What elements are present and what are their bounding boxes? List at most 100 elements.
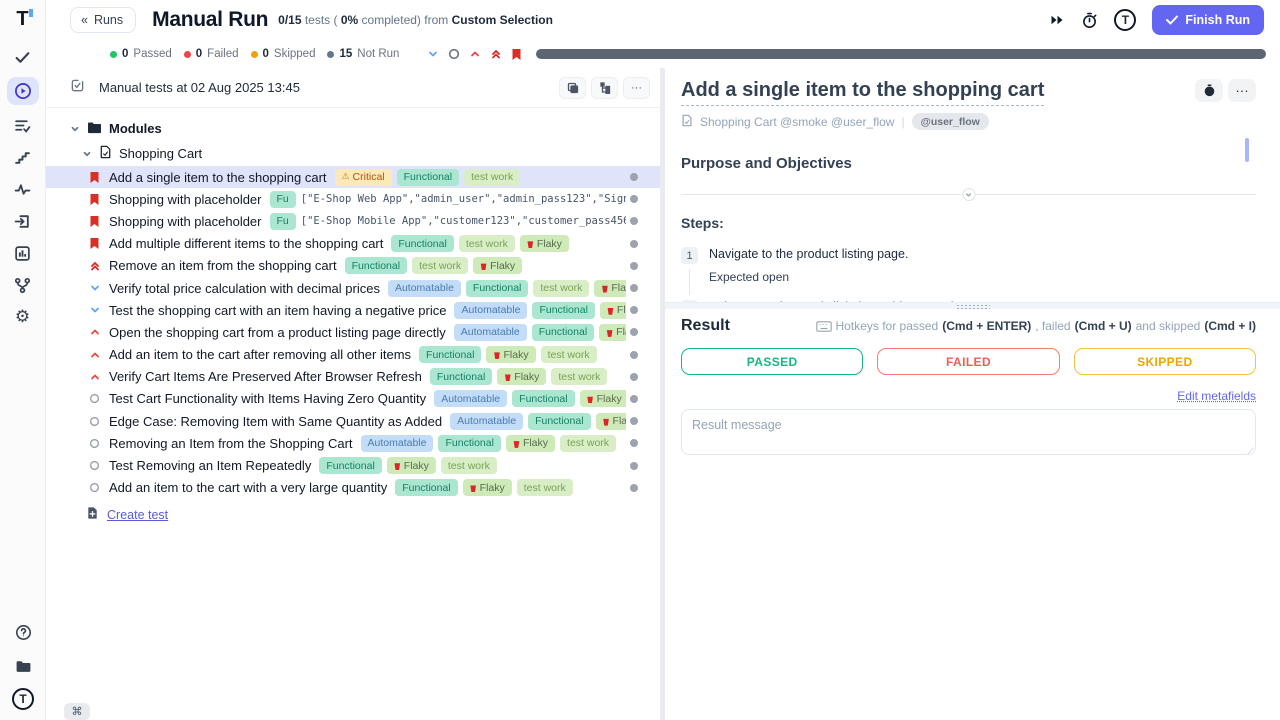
help-icon[interactable]	[8, 620, 38, 644]
popcorn-icon	[493, 350, 500, 359]
tag-badge[interactable]: @user_flow	[912, 113, 989, 130]
settings-gear-icon[interactable]: ⚙	[8, 305, 38, 329]
skipped-dot	[251, 51, 258, 58]
status-dot[interactable]	[630, 173, 638, 181]
test-description-area[interactable]: Purpose and Objectives Steps: 1 Navigate…	[681, 130, 1256, 302]
test-row[interactable]: Add multiple different items to the shop…	[46, 233, 660, 255]
filter-priority-highest-icon[interactable]	[490, 48, 502, 60]
status-dot[interactable]	[630, 417, 638, 425]
create-test-button[interactable]: Create test	[46, 506, 660, 525]
test-title: Test Cart Functionality with Items Havin…	[109, 391, 426, 406]
tree-more-button[interactable]: ···	[623, 77, 650, 99]
tests-check-icon[interactable]	[8, 45, 38, 69]
import-icon[interactable]	[8, 209, 38, 233]
priority-icon	[88, 482, 101, 493]
passed-button[interactable]: PASSED	[681, 348, 863, 375]
flaky-badge: Flaky	[520, 235, 569, 252]
status-dot[interactable]	[630, 262, 638, 270]
test-row[interactable]: Add an item to the cart after removing a…	[46, 344, 660, 366]
priority-icon	[88, 193, 101, 206]
test-badges: AutomatableFunctionalFlakytest work	[361, 435, 617, 452]
test-row[interactable]: Shopping with placeholder Fu["E-Shop Mob…	[46, 210, 660, 232]
icon-rail: T ⚙	[0, 0, 46, 720]
workspace-logo[interactable]: T	[12, 688, 34, 710]
status-dot[interactable]	[630, 306, 638, 314]
filter-priority-low-icon[interactable]	[427, 48, 439, 60]
test-tree-panel: Manual tests at 02 Aug 2025 13:45 ··· Mo…	[46, 68, 660, 720]
functional-badge: Functional	[319, 457, 381, 474]
status-dot[interactable]	[630, 217, 638, 225]
test-detail-title[interactable]: Add a single item to the shopping cart	[681, 79, 1044, 106]
flaky-badge: Flaky	[486, 346, 535, 363]
result-splitter[interactable]	[665, 302, 1280, 309]
test-row[interactable]: Add a single item to the shopping cart ⚠…	[46, 166, 660, 188]
test-row[interactable]: Remove an item from the shopping cart Fu…	[46, 255, 660, 277]
back-to-runs-button[interactable]: « Runs	[70, 7, 136, 33]
copy-tests-button[interactable]	[559, 77, 586, 99]
reports-icon[interactable]	[8, 241, 38, 265]
hotkeys-hint: Hotkeys for passed (Cmd + ENTER) , faile…	[816, 319, 1256, 333]
skipped-button[interactable]: SKIPPED	[1074, 348, 1256, 375]
analytics-pulse-icon[interactable]	[8, 177, 38, 201]
test-row[interactable]: Test Removing an Item Repeatedly Functio…	[46, 454, 660, 476]
test-row[interactable]: Add an item to the cart with a very larg…	[46, 477, 660, 499]
tree-node-shopping-cart[interactable]: Shopping Cart	[46, 141, 660, 166]
test-row[interactable]: Test the shopping cart with an item havi…	[46, 299, 660, 321]
priority-icon	[88, 326, 101, 338]
status-dot[interactable]	[630, 484, 638, 492]
status-dot[interactable]	[630, 395, 638, 403]
status-dot[interactable]	[630, 462, 638, 470]
functional-badge: Functional	[512, 390, 574, 407]
test-badges: AutomatableFunctionalFlakytest work	[434, 390, 626, 407]
fast-forward-icon[interactable]	[1050, 14, 1065, 26]
status-dot[interactable]	[630, 328, 638, 336]
milestones-icon[interactable]	[8, 145, 38, 169]
tree-node-modules[interactable]: Modules	[46, 116, 660, 141]
run-play-icon[interactable]	[7, 77, 39, 105]
test-title: Shopping with placeholder	[109, 214, 262, 229]
testwork-badge: test work	[412, 257, 468, 274]
flaky-badge: Flaky	[596, 413, 626, 430]
functional-badge: Functional	[466, 280, 528, 297]
check-icon	[1166, 15, 1178, 25]
status-dot[interactable]	[630, 351, 638, 359]
edit-metafields-link[interactable]: Edit metafields	[1177, 389, 1256, 403]
test-row[interactable]: Shopping with placeholder Fu["E-Shop Web…	[46, 188, 660, 210]
finish-run-button[interactable]: Finish Run	[1152, 5, 1264, 35]
test-row[interactable]: Verify Cart Items Are Preserved After Br…	[46, 366, 660, 388]
priority-icon	[88, 304, 101, 316]
test-row[interactable]: Removing an Item from the Shopping Cart …	[46, 432, 660, 454]
failed-button[interactable]: FAILED	[877, 348, 1059, 375]
test-plans-icon[interactable]	[8, 113, 38, 137]
timer-icon[interactable]	[1081, 12, 1098, 29]
detail-scrollbar-thumb[interactable]	[1245, 138, 1249, 162]
test-title: Verify Cart Items Are Preserved After Br…	[109, 369, 422, 384]
status-dot[interactable]	[630, 195, 638, 203]
test-row[interactable]: Test Cart Functionality with Items Havin…	[46, 388, 660, 410]
branches-icon[interactable]	[8, 273, 38, 297]
test-row[interactable]: Edge Case: Removing Item with Same Quant…	[46, 410, 660, 432]
status-dot[interactable]	[630, 284, 638, 292]
projects-folder-icon[interactable]	[8, 654, 38, 678]
test-row[interactable]: Open the shopping cart from a product li…	[46, 321, 660, 343]
notrun-dot	[327, 51, 334, 58]
priority-icon	[88, 260, 101, 272]
detail-timer-button[interactable]	[1195, 79, 1223, 102]
status-dot[interactable]	[630, 373, 638, 381]
status-dot[interactable]	[630, 439, 638, 447]
collapse-section-icon[interactable]	[962, 188, 975, 201]
status-dot[interactable]	[630, 240, 638, 248]
filter-priority-normal-icon[interactable]	[448, 48, 460, 60]
tree-view-button[interactable]	[591, 77, 618, 99]
flaky-badge: Flaky	[473, 257, 522, 274]
result-message-input[interactable]	[681, 409, 1256, 455]
keyboard-shortcuts-button[interactable]: ⌘	[64, 703, 90, 720]
testwork-badge: test work	[533, 280, 589, 297]
project-avatar[interactable]: T	[1114, 9, 1136, 31]
filter-priority-important-icon[interactable]	[511, 48, 522, 61]
test-row[interactable]: Verify total price calculation with deci…	[46, 277, 660, 299]
popcorn-icon	[601, 284, 608, 293]
detail-more-button[interactable]: ···	[1228, 79, 1256, 102]
steps-heading: Steps:	[681, 215, 1256, 231]
filter-priority-high-icon[interactable]	[469, 48, 481, 60]
